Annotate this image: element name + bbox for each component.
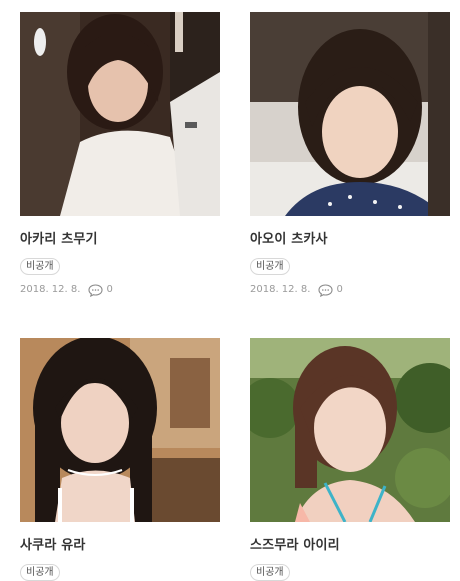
post-card: 스즈무라 아이리 비공개 [250,338,450,581]
post-card: 아오이 츠카사 비공개 2018. 12. 8. 0 [250,12,450,297]
post-meta: 2018. 12. 8. 0 [20,283,220,297]
comment-count-value: 0 [336,284,343,295]
post-date: 2018. 12. 8. [20,284,81,295]
post-grid: 아카리 츠무기 비공개 2018. 12. 8. 0 아오이 츠카사 비공개 2… [0,0,460,581]
post-thumbnail[interactable] [20,12,220,216]
post-title[interactable]: 사쿠라 유라 [20,537,220,555]
comment-count[interactable]: 0 [318,283,343,297]
post-thumbnail[interactable] [20,338,220,522]
visibility-tag[interactable]: 비공개 [20,564,60,581]
post-thumbnail[interactable] [250,338,450,522]
post-card: 사쿠라 유라 비공개 [20,338,220,581]
post-meta: 2018. 12. 8. 0 [250,283,450,297]
comment-count[interactable]: 0 [88,283,113,297]
comment-count-value: 0 [106,284,113,295]
post-thumbnail[interactable] [250,12,450,216]
post-date: 2018. 12. 8. [250,284,311,295]
post-title[interactable]: 스즈무라 아이리 [250,537,450,555]
comment-icon [88,283,103,297]
visibility-tag[interactable]: 비공개 [20,258,60,275]
visibility-tag[interactable]: 비공개 [250,258,290,275]
post-title[interactable]: 아오이 츠카사 [250,231,450,249]
visibility-tag[interactable]: 비공개 [250,564,290,581]
post-card: 아카리 츠무기 비공개 2018. 12. 8. 0 [20,12,220,297]
post-title[interactable]: 아카리 츠무기 [20,231,220,249]
comment-icon [318,283,333,297]
